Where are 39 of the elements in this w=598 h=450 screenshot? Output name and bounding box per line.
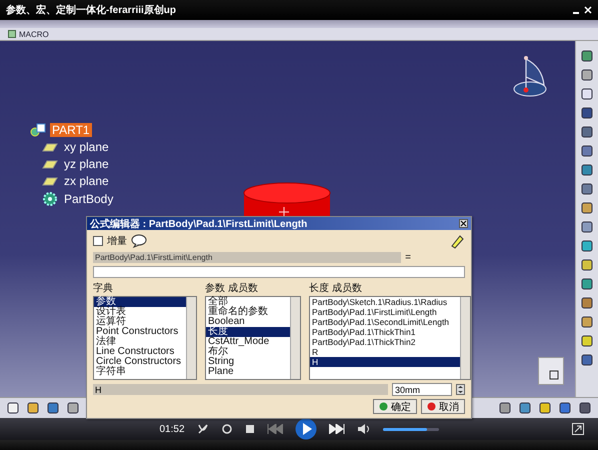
list-header: 字典: [93, 282, 114, 295]
dialog-title: 公式编辑器 : PartBody\Pad.1\FirstLimit\Length: [90, 218, 308, 230]
tree-item[interactable]: PartBody: [62, 192, 116, 206]
tree-item[interactable]: zx plane: [62, 174, 111, 188]
list-item[interactable]: Boolean: [206, 317, 290, 327]
list-item[interactable]: Point Constructors: [94, 327, 186, 337]
list-header: 参数 成员数: [205, 282, 259, 295]
macro-label: MACRO: [19, 30, 49, 38]
list-item[interactable]: Line Constructors: [94, 347, 186, 357]
list-item[interactable]: PartBody\Pad.1\ThickThin2: [310, 337, 460, 347]
list-item[interactable]: 参数: [94, 297, 186, 307]
value-field[interactable]: 30mm: [392, 383, 452, 396]
list-item[interactable]: String: [206, 357, 290, 367]
playback-time: 01:52: [159, 424, 185, 434]
list-item[interactable]: 布尔: [206, 347, 290, 357]
equals-sign: =: [405, 252, 411, 263]
window-title: 参数、宏、定制一体化-ferarriii原创up: [6, 3, 176, 17]
list-item[interactable]: 运算符: [94, 317, 186, 327]
list-header: 长度 成员数: [309, 282, 363, 295]
list-item[interactable]: H: [310, 357, 460, 367]
tree-item[interactable]: yz plane: [62, 157, 111, 171]
list-item[interactable]: 重命名的参数: [206, 307, 290, 317]
parameter-name-field: H: [93, 384, 388, 395]
list-item[interactable]: PartBody\Sketch.1\Radius.1\Radius: [310, 297, 460, 307]
checkbox-label: 增量: [107, 235, 127, 248]
list-item[interactable]: R: [310, 347, 460, 357]
list-item[interactable]: CstAttr_Mode: [206, 337, 290, 347]
tree-item[interactable]: xy plane: [62, 140, 111, 154]
target-parameter-field: PartBody\Pad.1\FirstLimit\Length: [93, 252, 402, 263]
list-item[interactable]: 全部: [206, 297, 290, 307]
list-item[interactable]: PartBody\Pad.1\ThickThin1: [310, 327, 460, 337]
list-item[interactable]: PartBody\Pad.1\FirstLimit\Length: [310, 307, 460, 317]
list-item[interactable]: Plane: [206, 367, 290, 377]
ok-button[interactable]: 确定: [373, 399, 417, 414]
list-item[interactable]: 法律: [94, 337, 186, 347]
cancel-button[interactable]: 取消: [421, 399, 465, 414]
list-item[interactable]: PartBody\Pad.1\SecondLimit\Length: [310, 317, 460, 327]
list-item[interactable]: 设计表: [94, 307, 186, 317]
list-item[interactable]: Circle Constructors: [94, 357, 186, 367]
